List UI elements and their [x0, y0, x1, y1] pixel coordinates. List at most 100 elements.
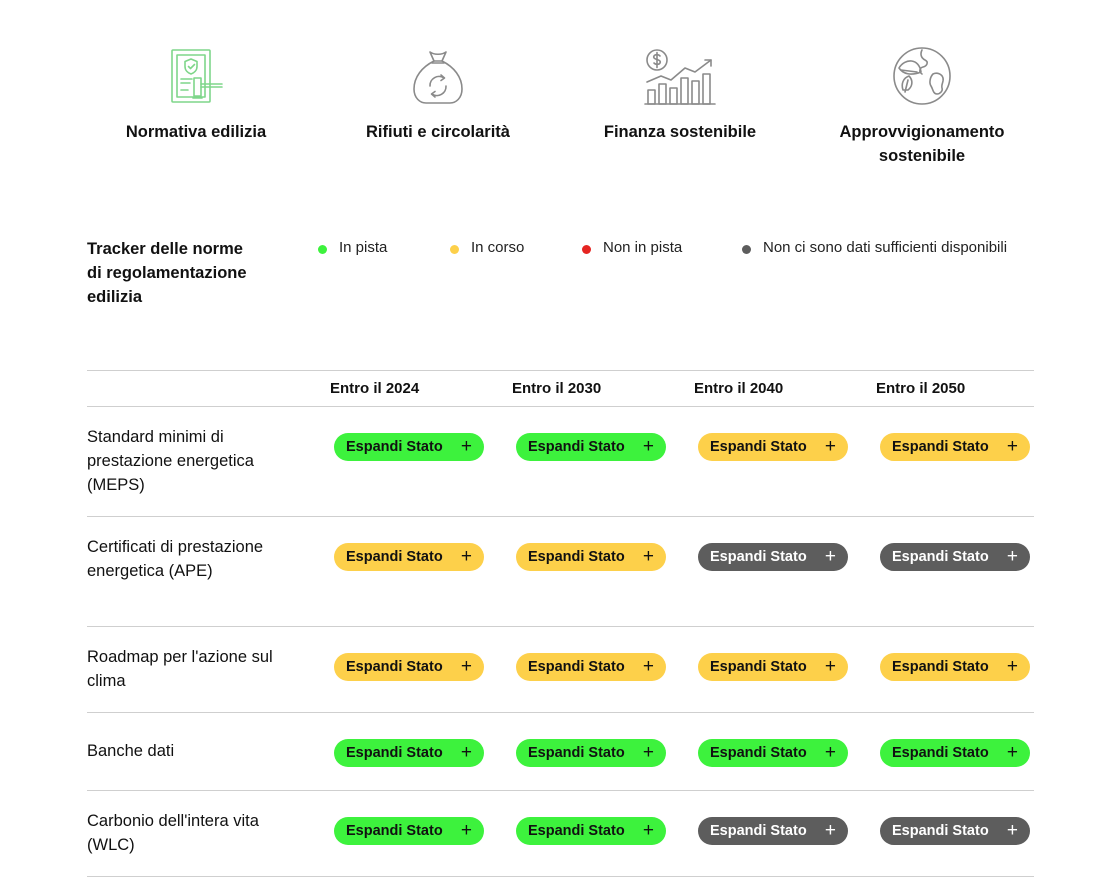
legend-item-non-in-pista: Non in pista	[582, 239, 742, 256]
plus-icon: +	[1006, 820, 1018, 841]
plus-icon: +	[824, 742, 836, 763]
expand-status-button[interactable]: Espandi Stato +	[334, 433, 484, 461]
topic-tab-finanza-sostenibile[interactable]: Finanza sostenibile	[559, 40, 801, 168]
plus-icon: +	[460, 742, 472, 763]
expand-status-button[interactable]: Espandi Stato +	[334, 817, 484, 845]
expand-status-label: Espandi Stato	[710, 439, 807, 455]
expand-status-button[interactable]: Espandi Stato +	[334, 543, 484, 571]
plus-icon: +	[1006, 546, 1018, 567]
expand-status-button[interactable]: Espandi Stato +	[698, 653, 848, 681]
row-label: Standard minimi di prestazione energetic…	[87, 428, 254, 494]
expand-status-label: Espandi Stato	[710, 659, 807, 675]
legend-label: Non in pista	[603, 239, 683, 256]
row-label: Carbonio dell'intera vita (WLC)	[87, 812, 259, 854]
expand-status-button[interactable]: Espandi Stato +	[516, 739, 666, 767]
plus-icon: +	[460, 546, 472, 567]
plus-icon: +	[824, 656, 836, 677]
expand-status-button[interactable]: Espandi Stato +	[880, 433, 1030, 461]
expand-status-button[interactable]: Espandi Stato +	[516, 817, 666, 845]
plus-icon: +	[642, 546, 654, 567]
expand-status-label: Espandi Stato	[710, 549, 807, 565]
topic-tab-normativa-edilizia[interactable]: Normativa edilizia	[75, 40, 317, 168]
expand-status-label: Espandi Stato	[346, 745, 443, 761]
plus-icon: +	[824, 546, 836, 567]
legend-label: Non ci sono dati sufficienti disponibili	[763, 239, 1008, 256]
expand-status-label: Espandi Stato	[892, 659, 989, 675]
expand-status-label: Espandi Stato	[710, 745, 807, 761]
legend-item-in-corso: In corso	[450, 239, 582, 256]
expand-status-label: Espandi Stato	[528, 823, 625, 839]
expand-status-label: Espandi Stato	[528, 659, 625, 675]
expand-status-button[interactable]: Espandi Stato +	[880, 543, 1030, 571]
expand-status-label: Espandi Stato	[528, 439, 625, 455]
expand-status-button[interactable]: Espandi Stato +	[698, 817, 848, 845]
regulation-tracker-table: Entro il 2024 Entro il 2030 Entro il 204…	[87, 370, 1034, 877]
row-label: Certificati di prestazione energetica (A…	[87, 538, 264, 580]
plus-icon: +	[642, 742, 654, 763]
expand-status-button[interactable]: Espandi Stato +	[516, 653, 666, 681]
expand-status-label: Espandi Stato	[528, 549, 625, 565]
topic-tab-rifiuti-circolarita[interactable]: Rifiuti e circolarità	[317, 40, 559, 168]
plus-icon: +	[642, 436, 654, 457]
plus-icon: +	[642, 656, 654, 677]
table-body: Standard minimi di prestazione energetic…	[87, 407, 1034, 877]
expand-status-button[interactable]: Espandi Stato +	[698, 543, 848, 571]
expand-status-button[interactable]: Espandi Stato +	[334, 739, 484, 767]
topic-tabs: Normativa edilizia Rifiuti e circolarità	[75, 40, 1045, 168]
expand-status-button[interactable]: Espandi Stato +	[698, 739, 848, 767]
legend-item-in-pista: In pista	[318, 239, 450, 256]
table-row: Certificati di prestazione energetica (A…	[87, 517, 1034, 627]
plus-icon: +	[1006, 436, 1018, 457]
topic-label: Normativa edilizia	[125, 123, 267, 141]
column-header-2040: Entro il 2040	[694, 380, 784, 397]
row-label: Roadmap per l'azione sul clima	[87, 648, 273, 690]
table-row: Roadmap per l'azione sul clima Espandi St…	[87, 627, 1034, 713]
table-header: Entro il 2024 Entro il 2030 Entro il 204…	[87, 370, 1034, 407]
plus-icon: +	[460, 820, 472, 841]
plus-icon: +	[1006, 656, 1018, 677]
expand-status-label: Espandi Stato	[346, 549, 443, 565]
red-dot-icon	[582, 244, 591, 254]
topic-label: Rifiuti e circolarità	[366, 123, 510, 141]
plus-icon: +	[1006, 742, 1018, 763]
table-row: Standard minimi di prestazione energetic…	[87, 407, 1034, 517]
table-row: Carbonio dell'intera vita (WLC) Espandi S…	[87, 791, 1034, 877]
column-header-2050: Entro il 2050	[876, 380, 966, 397]
table-row: Banche dati Espandi Stato + Espandi Stato + E…	[87, 713, 1034, 791]
tracker-title: Tracker delle norme di regolamentazione …	[87, 240, 247, 306]
expand-status-label: Espandi Stato	[528, 745, 625, 761]
plus-icon: +	[460, 436, 472, 457]
expand-status-label: Espandi Stato	[892, 745, 989, 761]
status-legend: In pista In corso Non in pista Non ci so…	[318, 239, 1007, 256]
expand-status-button[interactable]: Espandi Stato +	[880, 817, 1030, 845]
expand-status-button[interactable]: Espandi Stato +	[516, 433, 666, 461]
expand-status-button[interactable]: Espandi Stato +	[516, 543, 666, 571]
expand-status-label: Espandi Stato	[346, 823, 443, 839]
gray-dot-icon	[742, 244, 751, 254]
plus-icon: +	[460, 656, 472, 677]
expand-status-label: Espandi Stato	[710, 823, 807, 839]
legend-item-no-data: Non ci sono dati sufficienti disponibili	[742, 239, 1007, 256]
expand-status-label: Espandi Stato	[346, 659, 443, 675]
column-header-2024: Entro il 2024	[330, 380, 420, 397]
expand-status-button[interactable]: Espandi Stato +	[698, 433, 848, 461]
regulation-gavel-icon	[166, 40, 226, 106]
topic-tab-approvvigionamento-sostenibile[interactable]: Approvvigionamento sostenibile	[801, 40, 1043, 168]
topic-label: Finanza sostenibile	[603, 123, 757, 141]
legend-label: In pista	[339, 239, 388, 256]
yellow-dot-icon	[450, 244, 459, 254]
topic-label: Approvvigionamento sostenibile	[839, 123, 1005, 165]
expand-status-button[interactable]: Espandi Stato +	[880, 653, 1030, 681]
expand-status-button[interactable]: Espandi Stato +	[880, 739, 1030, 767]
finance-growth-chart-icon	[643, 40, 717, 106]
expand-status-label: Espandi Stato	[346, 439, 443, 455]
expand-status-button[interactable]: Espandi Stato +	[334, 653, 484, 681]
plus-icon: +	[824, 436, 836, 457]
globe-leaf-icon	[891, 40, 953, 106]
column-header-2030: Entro il 2030	[512, 380, 602, 397]
expand-status-label: Espandi Stato	[892, 549, 989, 565]
expand-status-label: Espandi Stato	[892, 439, 989, 455]
row-label: Banche dati	[87, 742, 175, 760]
plus-icon: +	[642, 820, 654, 841]
legend-label: In corso	[471, 239, 525, 256]
